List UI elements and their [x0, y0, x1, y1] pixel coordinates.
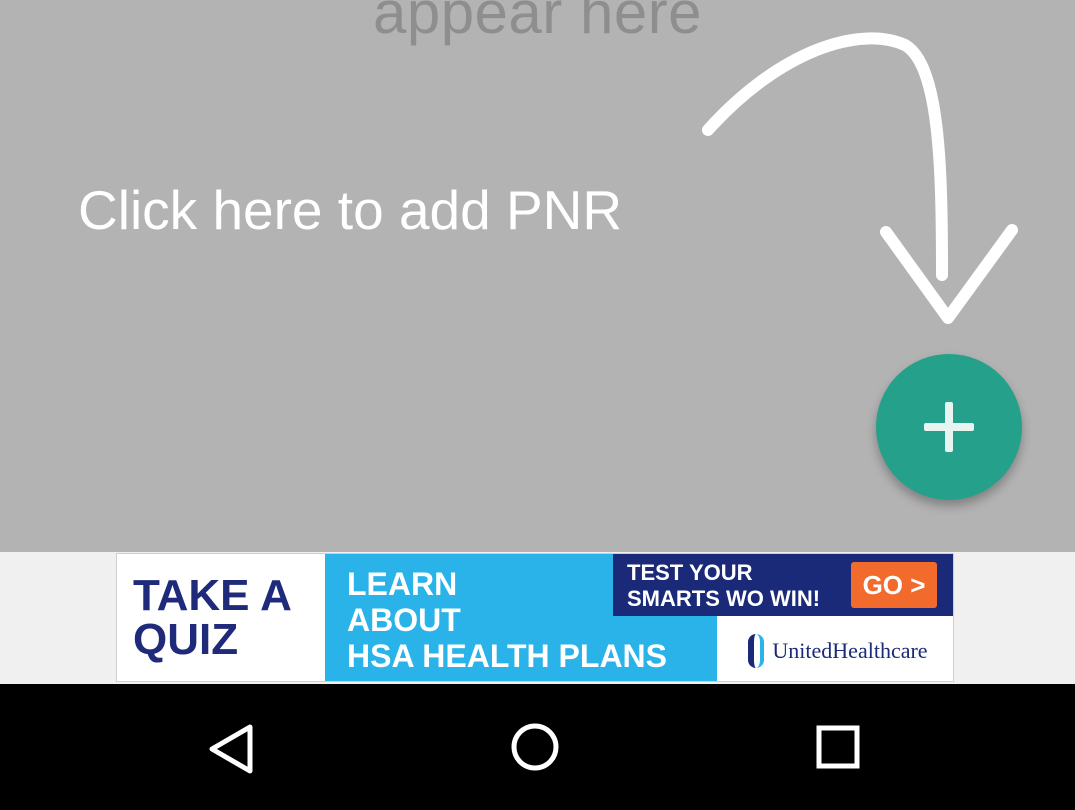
ad-brand-text: UnitedHealthcare	[772, 637, 928, 663]
ad-go-button[interactable]: GO >	[851, 562, 937, 608]
system-navigation-bar	[0, 684, 1075, 810]
back-triangle-icon[interactable]	[192, 707, 272, 787]
ad-quiz-line2: QUIZ	[133, 615, 239, 664]
recent-apps-square-icon[interactable]	[798, 707, 878, 787]
ad-test-panel: TEST YOUR SMARTS WO WIN! GO >	[613, 554, 953, 616]
ad-test-line2: SMARTS WO WIN!	[627, 586, 821, 611]
add-pnr-button[interactable]	[876, 354, 1022, 500]
unitedhealthcare-logo-icon	[748, 633, 765, 668]
home-circle-icon[interactable]	[495, 707, 575, 787]
ad-banner[interactable]: TAKE A QUIZ LEARN ABOUT HSA HEALTH PLANS…	[116, 553, 954, 682]
ad-learn-line3: HSA HEALTH PLANS	[347, 638, 667, 674]
add-pnr-hint: Click here to add PNR	[78, 179, 623, 241]
app-screen: appear here Click here to add PNR TAKE A…	[0, 0, 1075, 810]
ad-test-line1: TEST YOUR	[627, 560, 753, 585]
ad-quiz-line1: TAKE A	[133, 571, 292, 620]
onboarding-overlay[interactable]: appear here Click here to add PNR	[0, 0, 1075, 552]
ad-quiz-text: TAKE A QUIZ	[133, 574, 292, 662]
ad-brand: UnitedHealthcare	[721, 618, 953, 681]
plus-icon	[924, 402, 974, 452]
curved-arrow-icon	[702, 32, 1018, 324]
ad-test-text: TEST YOUR SMARTS WO WIN!	[627, 560, 820, 612]
